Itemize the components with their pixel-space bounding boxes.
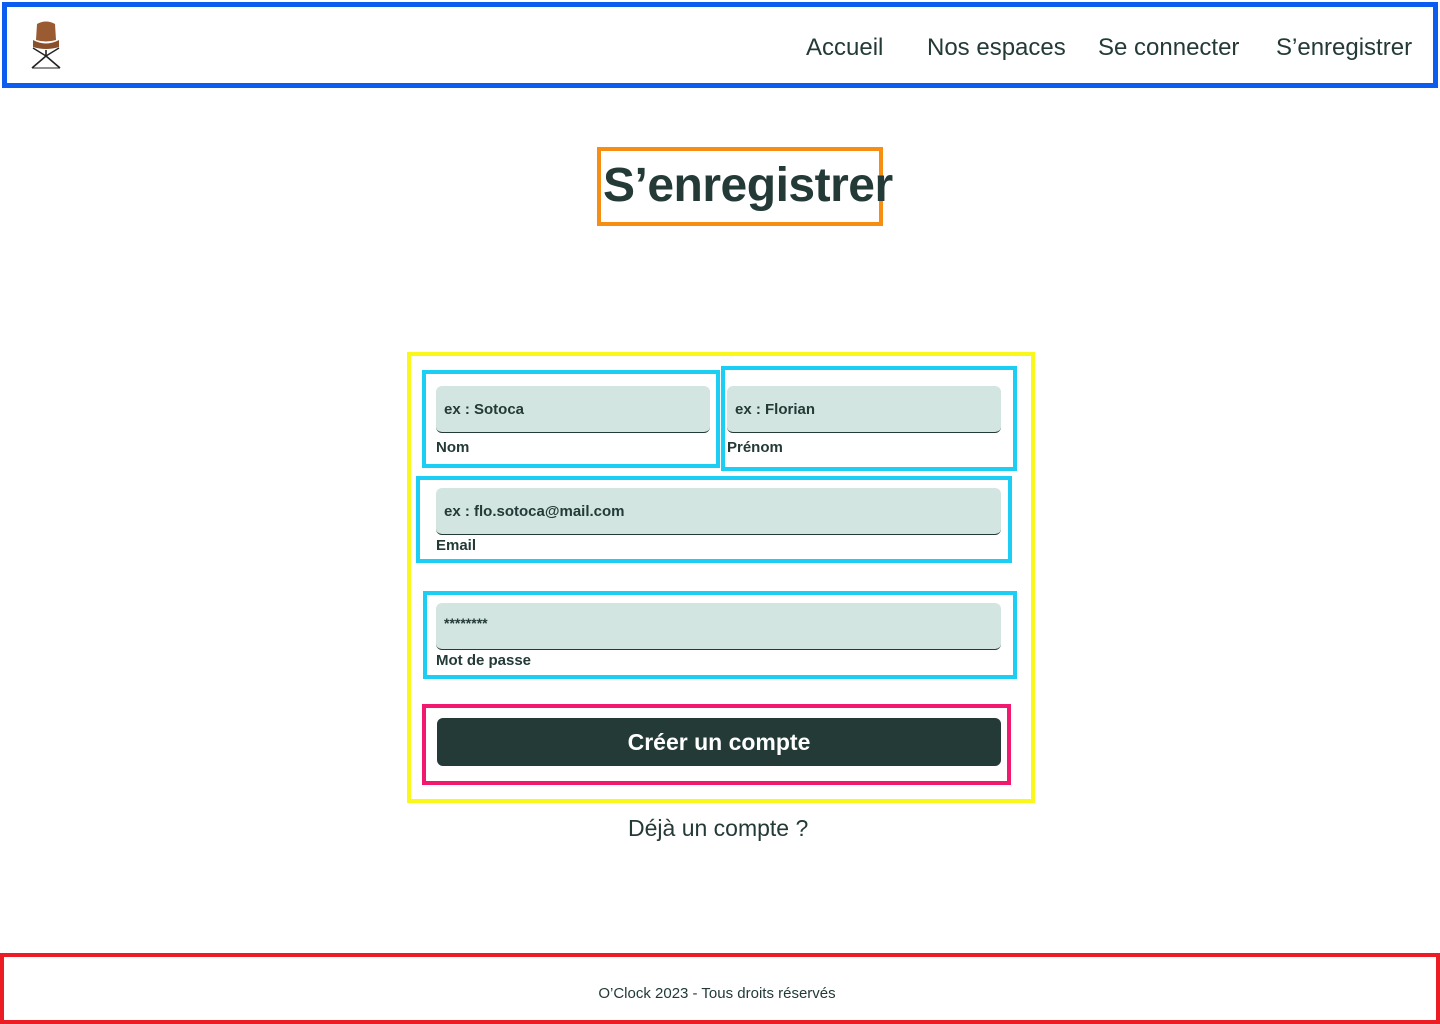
- nav-link-se-connecter[interactable]: Se connecter: [1098, 34, 1239, 62]
- prenom-input[interactable]: ex : Florian: [727, 386, 1001, 433]
- footer-copyright: O’Clock 2023 - Tous droits réservés: [598, 985, 836, 1002]
- nav-link-nos-espaces[interactable]: Nos espaces: [927, 34, 1066, 62]
- nom-input[interactable]: ex : Sotoca: [436, 386, 710, 433]
- create-account-button[interactable]: Créer un compte: [437, 718, 1001, 766]
- nav-link-accueil[interactable]: Accueil: [806, 34, 883, 62]
- password-input[interactable]: ********: [436, 603, 1001, 650]
- page-title: S’enregistrer: [603, 159, 893, 212]
- already-account-link[interactable]: Déjà un compte ?: [628, 815, 808, 842]
- password-label: Mot de passe: [436, 652, 532, 669]
- prenom-label: Prénom: [727, 439, 783, 456]
- email-input[interactable]: ex : flo.sotoca@mail.com: [436, 488, 1001, 535]
- nav-link-s-enregistrer[interactable]: S’enregistrer: [1276, 34, 1412, 62]
- email-label: Email: [436, 537, 477, 554]
- nom-label: Nom: [436, 439, 470, 456]
- office-chair-icon[interactable]: [28, 20, 64, 72]
